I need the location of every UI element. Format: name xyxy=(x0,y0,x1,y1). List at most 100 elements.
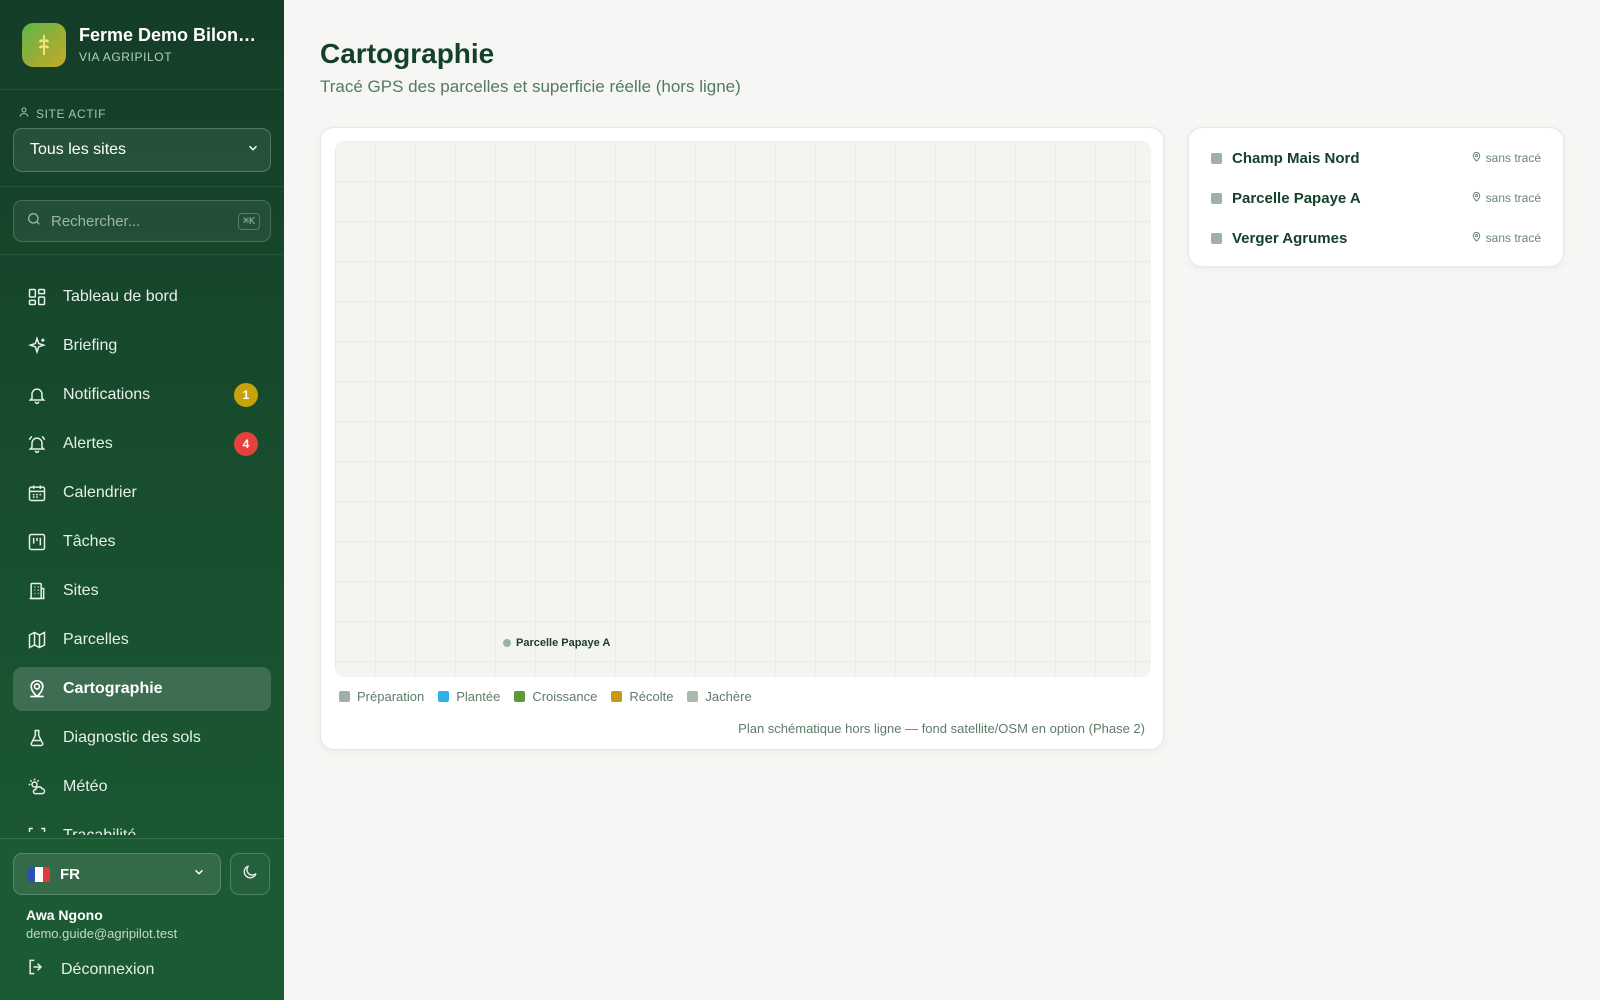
plot-row-parcelle-papaye-a[interactable]: Parcelle Papaye A sans tracé xyxy=(1211,178,1541,218)
logout-button[interactable]: Déconnexion xyxy=(26,957,271,982)
nav-label: Briefing xyxy=(63,337,118,354)
map-pin-user-icon xyxy=(26,678,48,700)
search-section: Rechercher... ⌘K xyxy=(0,187,284,255)
sparkle-icon xyxy=(26,335,48,357)
sidebar: Ferme Demo Bilong... VIA AGRIPILOT SITE … xyxy=(0,0,284,1000)
legend-label: Plantée xyxy=(456,689,501,704)
nav-label: Cartographie xyxy=(63,680,163,697)
language-select[interactable]: FR xyxy=(13,853,221,895)
theme-toggle-button[interactable] xyxy=(230,853,270,895)
legend-label: Préparation xyxy=(357,689,425,704)
map-marker-parcelle-papaye-a[interactable]: Parcelle Papaye A xyxy=(503,637,610,649)
nav-item-parcelles[interactable]: Parcelles xyxy=(13,618,271,662)
legend-swatch xyxy=(438,691,450,702)
nav-item-alertes[interactable]: Alertes 4 xyxy=(13,422,271,466)
nav-item-briefing[interactable]: Briefing xyxy=(13,324,271,368)
map-legend: Préparation Plantée Croissance Récolte J… xyxy=(339,689,752,704)
site-select[interactable]: Tous les sites xyxy=(13,128,271,172)
map-pin-icon xyxy=(1471,231,1486,246)
nav-label: Diagnostic des sols xyxy=(63,729,201,746)
nav-item-notifications[interactable]: Notifications 1 xyxy=(13,373,271,417)
main-content: Cartographie Tracé GPS des parcelles et … xyxy=(284,0,1600,1000)
dashboard-icon xyxy=(26,286,48,308)
legend-swatch xyxy=(611,691,623,702)
main-nav: Tableau de bord Briefing Notifications 1… xyxy=(0,255,284,835)
search-placeholder: Rechercher... xyxy=(51,212,141,230)
nav-label: Alertes xyxy=(63,435,113,452)
plot-swatch xyxy=(1211,192,1222,204)
site-select-value: Tous les sites xyxy=(30,141,127,158)
notifications-badge: 1 xyxy=(234,383,258,407)
legend-label: Récolte xyxy=(629,689,674,704)
nav-item-sites[interactable]: Sites xyxy=(13,569,271,613)
nav-item-taches[interactable]: Tâches xyxy=(13,520,271,564)
legend-item-croissance: Croissance xyxy=(514,689,597,704)
legend-item-plantee: Plantée xyxy=(438,689,500,704)
legend-label: Croissance xyxy=(532,689,598,704)
search-shortcut: ⌘K xyxy=(237,212,260,230)
search-icon xyxy=(26,211,42,231)
search-input[interactable]: Rechercher... ⌘K xyxy=(13,200,271,242)
kanban-icon xyxy=(26,531,48,553)
nav-label: Traçabilité xyxy=(63,827,258,835)
plot-row-champ-mais-nord[interactable]: Champ Mais Nord sans tracé xyxy=(1211,138,1541,178)
nav-label: Parcelles xyxy=(63,631,129,648)
nav-label: Notifications xyxy=(63,386,151,403)
plot-status: sans tracé xyxy=(1471,191,1541,206)
nav-item-diagnostic-des-sols[interactable]: Diagnostic des sols xyxy=(13,716,271,760)
plot-status: sans tracé xyxy=(1471,231,1541,246)
user-pin-icon xyxy=(18,106,36,121)
building-icon xyxy=(26,580,48,602)
plot-name: Parcelle Papaye A xyxy=(1232,189,1361,207)
map-card: Parcelle Papaye A Préparation Plantée Cr… xyxy=(320,127,1164,750)
flask-icon xyxy=(26,727,48,749)
nav-item-cartographie[interactable]: Cartographie xyxy=(13,667,271,711)
user-name: Awa Ngono xyxy=(26,907,103,923)
site-selector-label: SITE ACTIF xyxy=(18,106,271,121)
nav-label: Sites xyxy=(63,582,99,599)
nav-label: Calendrier xyxy=(63,484,137,501)
nav-label: Tableau de bord xyxy=(63,288,178,305)
map-canvas[interactable]: Parcelle Papaye A xyxy=(335,141,1151,677)
nav-item-calendrier[interactable]: Calendrier xyxy=(13,471,271,515)
marker-label: Parcelle Papaye A xyxy=(516,637,611,649)
nav-item-tableau-de-bord[interactable]: Tableau de bord xyxy=(13,275,271,319)
nav-label: Tâches xyxy=(63,533,116,550)
farm-name: Ferme Demo Bilong... xyxy=(79,25,262,45)
brand-subtitle: VIA AGRIPILOT xyxy=(79,50,173,64)
nav-item-tracabilite[interactable]: Traçabilité xyxy=(13,814,271,835)
nav-label: Météo xyxy=(63,778,108,795)
bell-ring-icon xyxy=(26,433,48,455)
plot-list-card: Champ Mais Nord sans tracé Parcelle Papa… xyxy=(1188,127,1564,267)
scan-icon xyxy=(26,825,48,835)
alerts-badge: 4 xyxy=(234,432,258,456)
logout-icon xyxy=(26,957,61,982)
moon-icon xyxy=(241,863,259,886)
page-title: Cartographie xyxy=(320,38,495,69)
plot-status: sans tracé xyxy=(1471,151,1541,166)
plot-swatch xyxy=(1211,232,1222,244)
brand-header[interactable]: Ferme Demo Bilong... VIA AGRIPILOT xyxy=(0,0,284,90)
marker-dot xyxy=(503,639,511,647)
language-value: FR xyxy=(60,865,80,883)
bell-icon xyxy=(26,384,48,406)
legend-item-recolte: Récolte xyxy=(611,689,673,704)
map-note: Plan schématique hors ligne — fond satel… xyxy=(738,721,1145,736)
chevron-down-icon xyxy=(192,865,206,883)
plot-swatch xyxy=(1211,152,1222,164)
page-subtitle: Tracé GPS des parcelles et superficie ré… xyxy=(320,77,741,96)
sun-cloud-icon xyxy=(26,776,48,798)
plot-row-verger-agrumes[interactable]: Verger Agrumes sans tracé xyxy=(1211,218,1541,258)
site-selector-section: SITE ACTIF Tous les sites xyxy=(0,90,284,187)
brand-logo xyxy=(22,22,66,67)
legend-item-jachere: Jachère xyxy=(687,689,752,704)
france-flag-icon xyxy=(28,866,50,882)
map-icon xyxy=(26,629,48,651)
chevron-down-icon xyxy=(246,141,260,160)
legend-swatch xyxy=(339,691,350,702)
logout-label: Déconnexion xyxy=(61,960,155,978)
calendar-icon xyxy=(26,482,48,504)
map-pin-icon xyxy=(1471,151,1486,166)
map-pin-icon xyxy=(1471,191,1486,206)
nav-item-meteo[interactable]: Météo xyxy=(13,765,271,809)
